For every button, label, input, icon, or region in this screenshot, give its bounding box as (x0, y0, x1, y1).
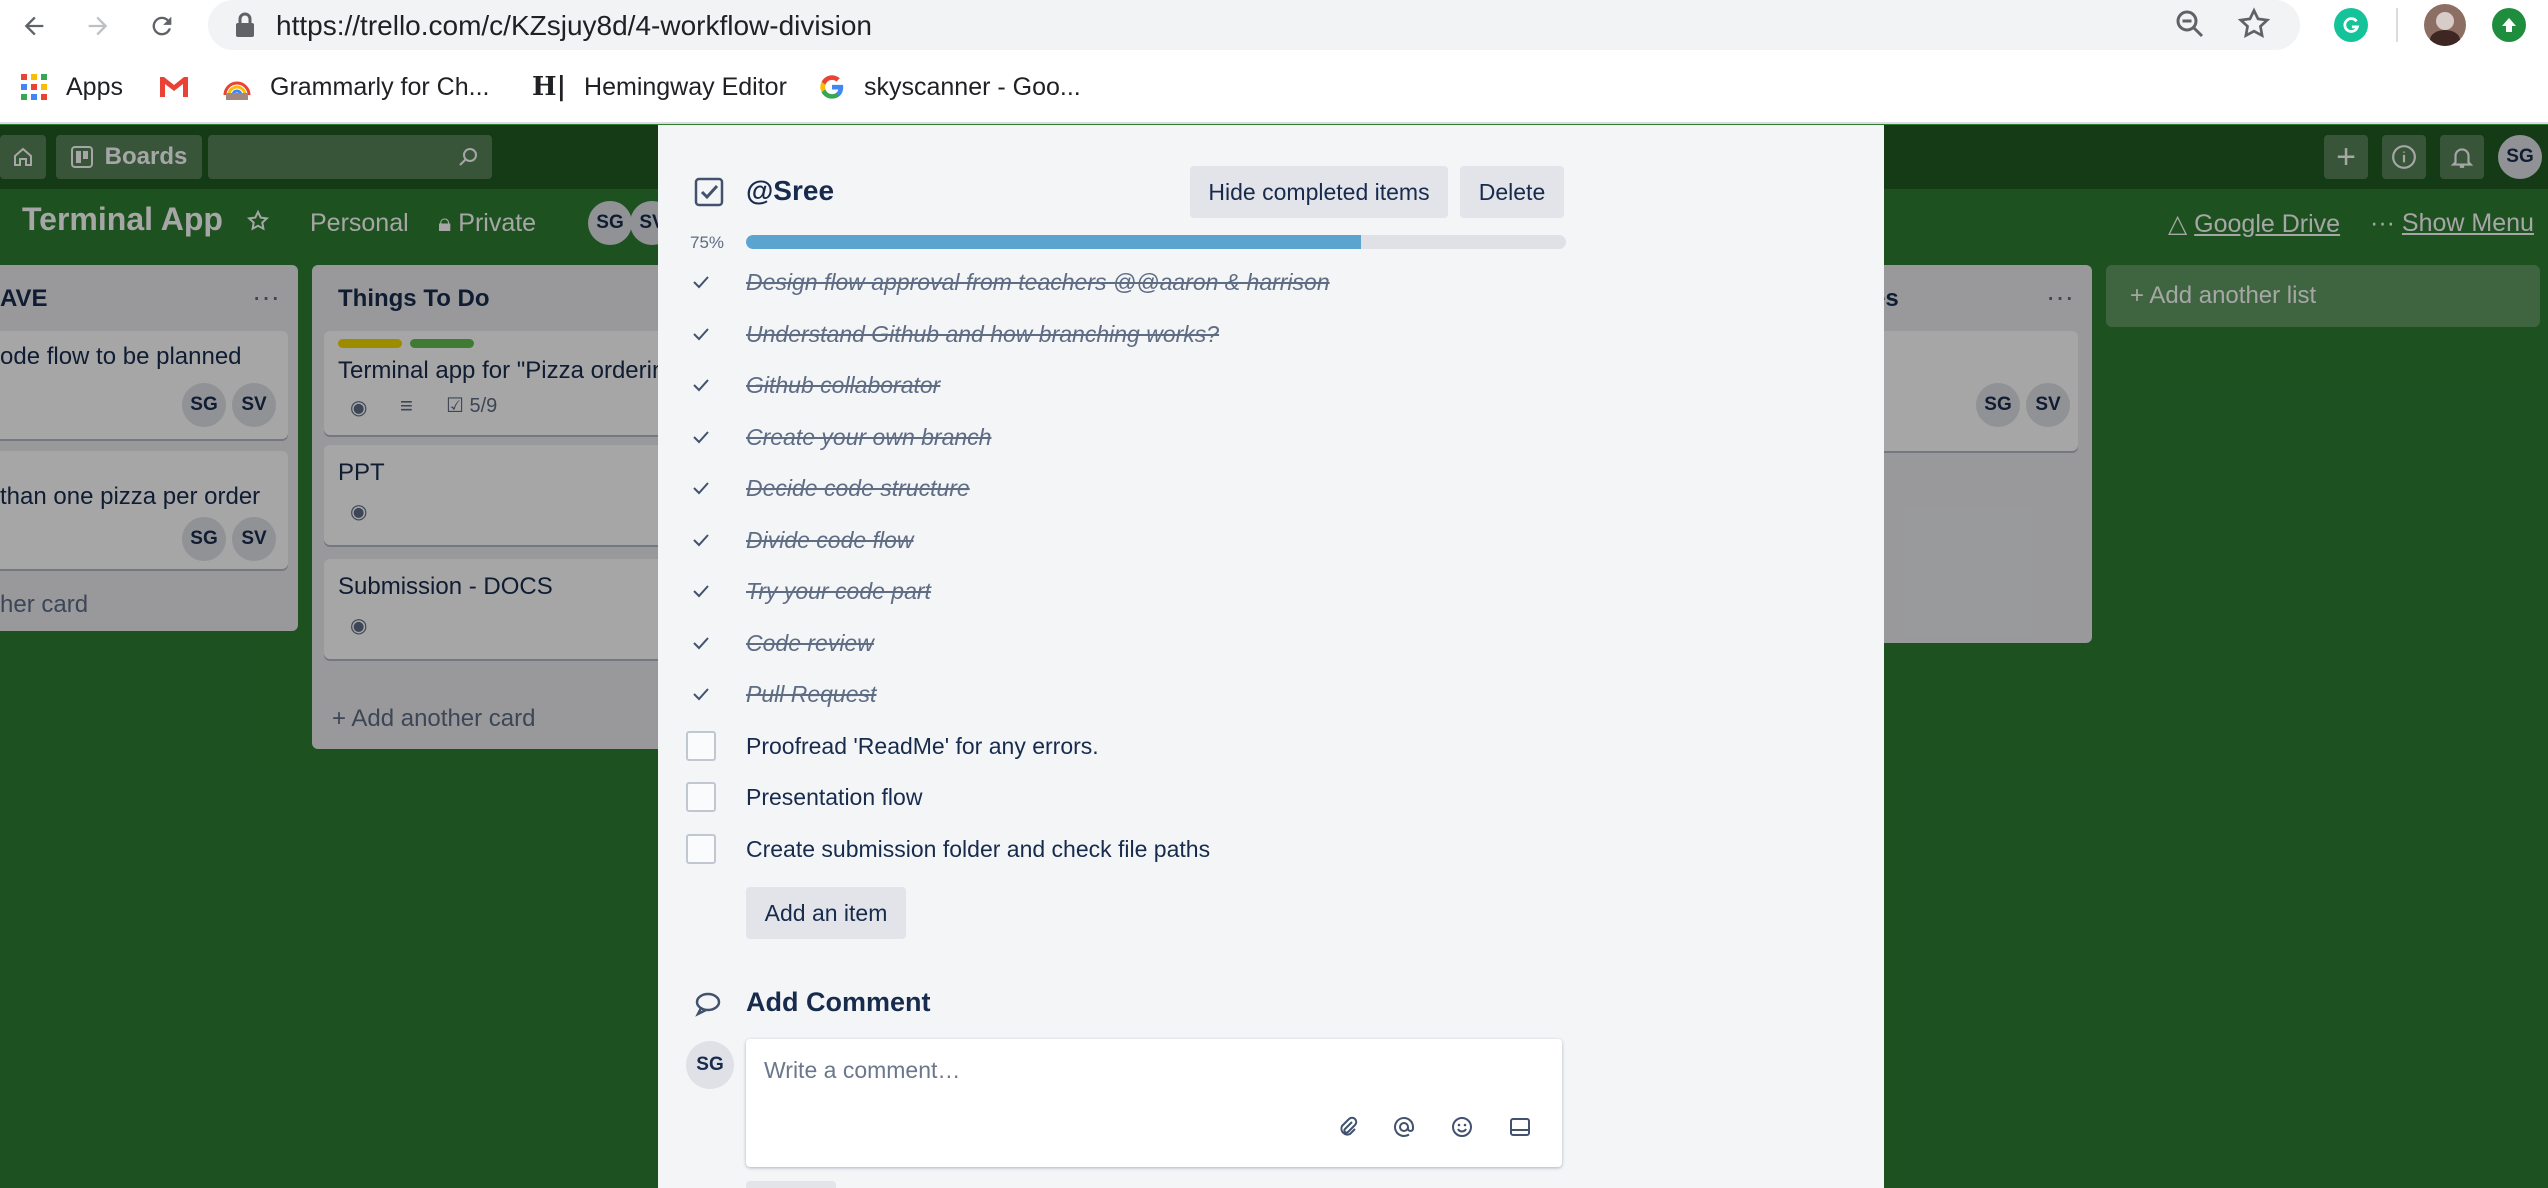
bookmark-label: Hemingway Editor (584, 72, 787, 101)
delete-checklist-button[interactable]: Delete (1460, 166, 1564, 218)
checklist-item-text[interactable]: Decide code structure (746, 475, 970, 502)
profile-avatar[interactable] (2424, 4, 2466, 46)
bookmark-star-icon[interactable] (2236, 6, 2272, 47)
lock-icon (234, 12, 256, 43)
checklist-item[interactable]: Create submission folder and check file … (686, 830, 1586, 870)
comment-icon (694, 991, 722, 1022)
bookmarks-bar: Apps Grammarly for Ch... H| Hemingway Ed… (0, 50, 2548, 124)
checklist-progress-bar (746, 235, 1566, 249)
bookmark-label: skyscanner - Goo... (864, 72, 1081, 101)
checklist-item-text[interactable]: Create submission folder and check file … (746, 836, 1210, 863)
forward-icon[interactable] (78, 6, 118, 46)
checklist-item[interactable]: Design flow approval from teachers @@aar… (686, 263, 1586, 303)
checkbox-checked[interactable] (686, 628, 716, 658)
checkbox-checked[interactable] (686, 267, 716, 297)
checklist-progress-fill (746, 235, 1361, 249)
progress-percent: 75% (690, 233, 725, 252)
checkbox-unchecked[interactable] (686, 834, 716, 864)
bookmark-label: Grammarly for Ch... (270, 72, 490, 101)
checklist-item-text[interactable]: Proofread 'ReadMe' for any errors. (746, 733, 1099, 760)
checkmark-icon (693, 534, 709, 547)
bookmark-grammarly[interactable]: Grammarly for Ch... (222, 70, 489, 104)
checkbox-checked[interactable] (686, 370, 716, 400)
bookmark-gmail[interactable] (158, 70, 208, 104)
checklist-item-text[interactable]: Code review (746, 630, 874, 657)
bookmark-skyscanner[interactable]: skyscanner - Goo... (818, 70, 1081, 104)
checklist-item-text[interactable]: Try your code part (746, 578, 931, 605)
checkmark-icon (693, 379, 709, 392)
checklist-icon (694, 177, 724, 212)
commenter-avatar: SG (686, 1041, 734, 1089)
checkbox-checked[interactable] (686, 576, 716, 606)
checklist-item[interactable]: Presentation flow (686, 778, 1586, 818)
checkbox-unchecked[interactable] (686, 731, 716, 761)
add-comment-title: Add Comment (746, 987, 931, 1017)
checklist-item[interactable]: Proofread 'ReadMe' for any errors. (686, 727, 1586, 767)
checkbox-checked[interactable] (686, 422, 716, 452)
checklist-item-text[interactable]: Github collaborator (746, 372, 940, 399)
checklist-title[interactable]: @Sree (746, 175, 834, 207)
grammarly-extension-icon[interactable] (2334, 8, 2368, 42)
bookmark-hemingway[interactable]: H| Hemingway Editor (532, 70, 787, 104)
update-arrow-icon[interactable] (2492, 8, 2526, 42)
checklist-item[interactable]: Code review (686, 624, 1586, 664)
zoom-icon[interactable] (2172, 6, 2208, 47)
checklist-item-text[interactable]: Divide code flow (746, 527, 913, 554)
mention-icon[interactable] (1392, 1115, 1416, 1139)
gmail-icon (158, 75, 190, 99)
apps-grid-icon (20, 73, 48, 101)
add-item-button[interactable]: Add an item (746, 887, 906, 939)
google-g-icon (818, 73, 846, 101)
attachment-icon[interactable] (1336, 1115, 1360, 1139)
checkbox-checked[interactable] (686, 525, 716, 555)
checkmark-icon (693, 688, 709, 701)
checklist-item[interactable]: Try your code part (686, 572, 1586, 612)
checkmark-icon (693, 482, 709, 495)
checklist-item[interactable]: Divide code flow (686, 521, 1586, 561)
checklist-item-text[interactable]: Create your own branch (746, 424, 991, 451)
hide-completed-button[interactable]: Hide completed items (1190, 166, 1448, 218)
checkbox-checked[interactable] (686, 319, 716, 349)
comment-placeholder: Write a comment… (764, 1057, 961, 1083)
checklist-item[interactable]: Github collaborator (686, 366, 1586, 406)
checkmark-icon (693, 431, 709, 444)
url-text[interactable]: https://trello.com/c/KZsjuy8d/4-workflow… (276, 10, 872, 42)
checklist-item[interactable]: Pull Request (686, 675, 1586, 715)
card-embed-icon[interactable] (1508, 1115, 1532, 1139)
reload-icon[interactable] (142, 6, 182, 46)
bookmark-apps[interactable]: Apps (20, 70, 123, 104)
emoji-icon[interactable] (1450, 1115, 1474, 1139)
checklist-item-text[interactable]: Pull Request (746, 681, 876, 708)
card-detail-modal: @Sree Hide completed items Delete 75% De… (658, 125, 1884, 1188)
checkmark-icon (693, 276, 709, 289)
checkbox-checked[interactable] (686, 679, 716, 709)
address-bar[interactable]: https://trello.com/c/KZsjuy8d/4-workflow… (208, 0, 2300, 50)
save-comment-button[interactable] (746, 1181, 836, 1188)
checkmark-icon (693, 637, 709, 650)
checklist-item-text[interactable]: Presentation flow (746, 784, 922, 811)
grammarly-rainbow-icon (222, 73, 252, 101)
back-icon[interactable] (14, 6, 54, 46)
checklist-item[interactable]: Create your own branch (686, 418, 1586, 458)
toolbar-divider (2396, 8, 2398, 42)
browser-toolbar: https://trello.com/c/KZsjuy8d/4-workflow… (0, 0, 2548, 50)
hemingway-h-icon: H| (532, 72, 567, 102)
checklist-item[interactable]: Decide code structure (686, 469, 1586, 509)
comment-input[interactable]: Write a comment… (746, 1039, 1562, 1167)
bookmark-label: Apps (66, 72, 123, 101)
checkmark-icon (693, 585, 709, 598)
checkbox-unchecked[interactable] (686, 782, 716, 812)
checklist-item[interactable]: Understand Github and how branching work… (686, 315, 1586, 355)
checkmark-icon (693, 328, 709, 341)
checkbox-checked[interactable] (686, 473, 716, 503)
checklist-item-text[interactable]: Understand Github and how branching work… (746, 321, 1219, 348)
checklist-item-text[interactable]: Design flow approval from teachers @@aar… (746, 269, 1330, 296)
